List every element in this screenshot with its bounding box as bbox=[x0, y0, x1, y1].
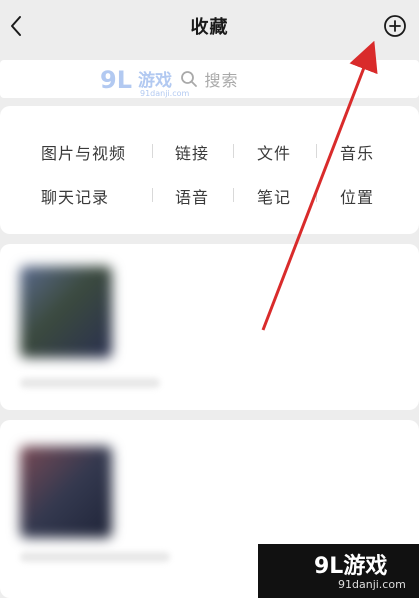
watermark-logo: 9L 游戏 91danji.com bbox=[100, 66, 190, 98]
blurred-caption bbox=[20, 378, 160, 388]
divider bbox=[233, 188, 234, 202]
search-placeholder: 搜索 bbox=[204, 71, 239, 90]
category-voice[interactable]: 语音 bbox=[175, 184, 209, 208]
category-photos-videos[interactable]: 图片与视频 bbox=[41, 140, 126, 164]
divider bbox=[152, 144, 153, 158]
category-notes[interactable]: 笔记 bbox=[257, 184, 291, 208]
category-panel: 图片与视频 链接 文件 音乐 聊天记录 语音 笔记 位置 bbox=[0, 106, 419, 234]
svg-text:游戏: 游戏 bbox=[138, 70, 172, 91]
favorite-item[interactable] bbox=[0, 244, 419, 410]
favorite-thumbnail bbox=[20, 446, 112, 538]
watermark-badge: 9L游戏 91danji.com bbox=[258, 544, 419, 598]
svg-text:9L: 9L bbox=[100, 66, 132, 94]
add-button[interactable] bbox=[383, 14, 407, 38]
category-files[interactable]: 文件 bbox=[257, 140, 291, 164]
plus-circle-icon bbox=[384, 15, 406, 37]
divider bbox=[316, 144, 317, 158]
blurred-caption bbox=[20, 552, 170, 562]
top-bar: 收藏 bbox=[0, 0, 419, 52]
search-bar[interactable]: 搜索 bbox=[0, 60, 419, 98]
favorite-thumbnail bbox=[20, 266, 112, 358]
category-location[interactable]: 位置 bbox=[340, 184, 374, 208]
category-links[interactable]: 链接 bbox=[175, 140, 209, 164]
page-title: 收藏 bbox=[190, 17, 229, 38]
divider bbox=[316, 188, 317, 202]
watermark-site: 91danji.com bbox=[338, 578, 406, 591]
divider bbox=[152, 188, 153, 202]
watermark-brand: 9L游戏 bbox=[314, 554, 388, 579]
svg-text:91danji.com: 91danji.com bbox=[140, 89, 190, 98]
divider bbox=[233, 144, 234, 158]
category-chat-history[interactable]: 聊天记录 bbox=[41, 184, 109, 208]
category-music[interactable]: 音乐 bbox=[340, 140, 374, 164]
